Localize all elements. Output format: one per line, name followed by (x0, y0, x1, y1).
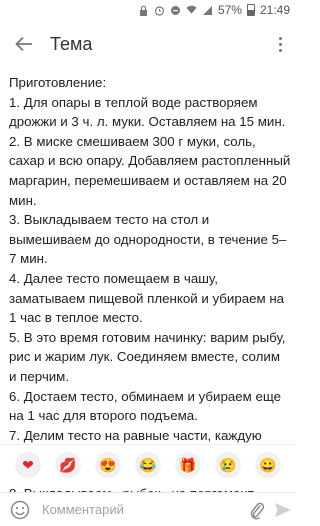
reaction-bar: ❤ 💋 😍 😂 🎁 😢 😀 (0, 444, 296, 484)
more-options-button[interactable] (264, 20, 296, 68)
laughing-face-icon[interactable]: 😂 (135, 451, 161, 478)
send-button[interactable] (270, 495, 296, 525)
post-line: 2. В миске смешиваем 300 г муки, соль, с… (9, 133, 291, 208)
battery-percent: 57% (217, 3, 242, 17)
arrow-left-icon (15, 36, 32, 52)
signal-icon (202, 4, 213, 16)
wifi-icon (186, 4, 197, 16)
emoji-picker-button[interactable] (0, 500, 40, 520)
post-line: Приготовление: (9, 75, 107, 90)
status-bar: 57% 21:49 (0, 0, 296, 20)
comment-bar (0, 492, 296, 526)
lips-icon[interactable]: 💋 (55, 451, 81, 478)
grinning-face-icon[interactable]: 😀 (255, 451, 281, 478)
send-icon (275, 502, 291, 517)
smiley-icon (10, 500, 30, 519)
more-vert-icon (278, 36, 282, 52)
lock-icon (138, 4, 149, 16)
comment-input[interactable] (40, 493, 244, 526)
post-line: 3. Выкладываем тесто на стол и вымешивае… (9, 212, 287, 267)
dnd-icon (170, 4, 181, 16)
attach-button[interactable] (244, 495, 270, 525)
battery-icon (246, 4, 255, 16)
heart-icon[interactable]: ❤ (15, 451, 41, 478)
page-title: Тема (50, 33, 93, 54)
post-line: 6. Достаем тесто, обминаем и убираем еще… (9, 388, 282, 424)
app-bar: Тема (0, 20, 296, 68)
back-button[interactable] (2, 20, 46, 68)
post-line: 4. Далее тесто помещаем в чашу, заматыва… (9, 270, 285, 326)
heart-eyes-face-icon[interactable]: 😍 (95, 451, 121, 478)
gift-icon[interactable]: 🎁 (175, 451, 201, 478)
post-line: 5. В это время готовим начинку: варим ры… (9, 329, 286, 384)
post-body: Приготовление: 1. Для опары в теплой вод… (9, 73, 291, 504)
alarm-icon (154, 4, 165, 16)
sad-face-icon[interactable]: 😢 (215, 451, 241, 478)
clock-time: 21:49 (259, 3, 290, 17)
post-line: 1. Для опары в теплой воде растворяем др… (9, 94, 286, 130)
paperclip-icon (250, 502, 265, 519)
